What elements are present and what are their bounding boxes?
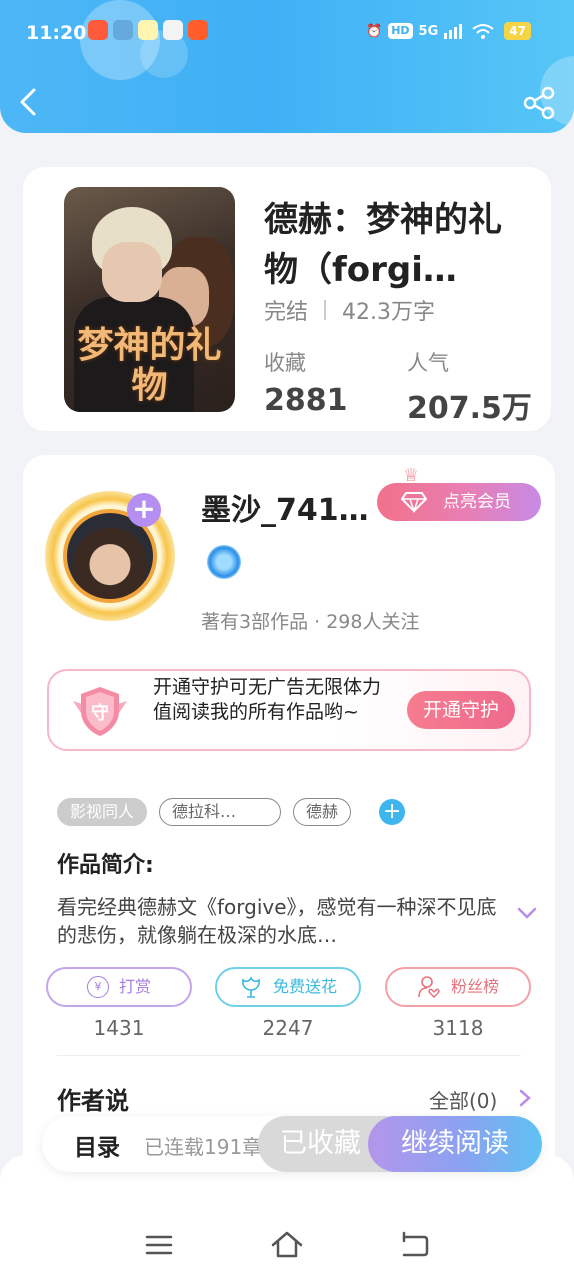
intro-text[interactable]: 看完经典德赫文《forgive》，感觉有一种深不见底的悲伤，就像躺在极深的水底… xyxy=(57,893,503,949)
book-title: 德赫：梦神的礼物（forgi… xyxy=(264,200,502,290)
cover-art xyxy=(102,242,162,302)
follow-author-button[interactable]: + xyxy=(127,493,161,527)
fans-count: 3118 xyxy=(432,1016,484,1040)
chevron-down-icon[interactable] xyxy=(515,901,539,925)
open-guard-button[interactable]: 开通守护 xyxy=(407,691,515,729)
cover-title: 梦神的礼物 xyxy=(77,324,222,406)
yen-icon: ¥ xyxy=(86,976,109,998)
favorites-value: 2881 xyxy=(264,383,348,418)
alarm-icon: ⏰ xyxy=(366,23,383,39)
wifi-icon xyxy=(472,24,494,39)
status-time: 11:20 xyxy=(26,22,87,44)
app-notification-icon xyxy=(138,20,158,40)
flower-count: 2247 xyxy=(262,1016,314,1040)
share-button[interactable] xyxy=(522,86,556,120)
system-icons: ⏰ HD 5G 47 xyxy=(366,22,531,40)
book-status: 完结 xyxy=(264,300,309,325)
app-notification-icon xyxy=(163,20,183,40)
tip-count: 1431 xyxy=(93,1016,145,1040)
medal-icon[interactable] xyxy=(207,545,241,579)
fans-rank-button[interactable]: 粉丝榜 xyxy=(385,967,531,1007)
battery-icon: 47 xyxy=(504,22,531,40)
tip-label: 打赏 xyxy=(118,977,151,996)
continue-reading-button[interactable]: 继续阅读 xyxy=(368,1116,542,1172)
divider xyxy=(57,1055,521,1056)
back-nav-icon[interactable] xyxy=(398,1228,432,1262)
book-meta: 完结 42.3万字 xyxy=(264,294,435,326)
book-info-card: 梦神的礼物 德赫：梦神的礼物（forgi… 完结 42.3万字 收藏 2881 … xyxy=(23,167,551,431)
back-arrow-icon xyxy=(20,88,36,116)
tag-list: 影视同人 德拉科… 德赫 + xyxy=(57,798,406,826)
shield-icon: 守 xyxy=(73,687,127,736)
home-icon[interactable] xyxy=(270,1228,304,1262)
flower-icon xyxy=(242,976,260,998)
toc-button[interactable]: 目录 xyxy=(74,1128,120,1162)
guard-banner[interactable]: 守 开通守护可无广告无限体力值阅读我的所有作品哟~ 开通守护 xyxy=(47,669,531,751)
send-flower-button[interactable]: 免费送花 xyxy=(215,967,361,1007)
author-name[interactable]: 墨沙_741… xyxy=(201,485,369,529)
chevron-right-icon[interactable] xyxy=(517,1087,533,1109)
author-says-all-link[interactable]: 全部(0) xyxy=(429,1085,497,1114)
tag-item[interactable]: 德拉科… xyxy=(159,798,282,826)
menu-icon[interactable] xyxy=(142,1228,176,1262)
popularity-value: 207.5万 xyxy=(407,391,532,426)
author-says-title: 作者说 xyxy=(57,1087,129,1115)
vip-label: 点亮会员 xyxy=(443,492,511,512)
send-flower-label: 免费送花 xyxy=(272,977,337,996)
fans-rank-label: 粉丝榜 xyxy=(450,977,499,996)
vip-button[interactable]: 点亮会员 xyxy=(377,483,541,521)
signal-icon xyxy=(444,24,463,39)
share-icon xyxy=(523,86,555,120)
shield-char: 守 xyxy=(91,702,109,724)
tag-item[interactable]: 影视同人 xyxy=(57,798,148,826)
network-icon: 5G xyxy=(418,23,439,39)
app-notification-icon xyxy=(88,20,108,40)
divider xyxy=(324,300,327,320)
serial-status: 已连载191章 xyxy=(144,1135,263,1159)
book-word-count: 42.3万字 xyxy=(342,300,436,325)
back-button[interactable] xyxy=(16,84,48,120)
popularity-label: 人气 xyxy=(407,351,449,375)
app-notification-icon xyxy=(113,20,133,40)
app-notification-icon xyxy=(188,20,208,40)
notification-icons xyxy=(88,20,208,40)
author-meta: 著有3部作品 · 298人关注 xyxy=(201,611,420,633)
tag-item[interactable]: 德赫 xyxy=(293,798,352,826)
diamond-icon xyxy=(401,492,427,513)
fans-icon xyxy=(418,976,440,999)
reading-action-bar: 目录 已连载191章 已收藏 继续阅读 xyxy=(42,1116,542,1172)
guard-text: 开通守护可无广告无限体力值阅读我的所有作品哟~ xyxy=(153,676,382,723)
intro-label: 作品简介: xyxy=(57,853,154,878)
favorites-label: 收藏 xyxy=(264,351,306,375)
status-bar: 11:20 ⏰ HD 5G 47 xyxy=(0,18,574,50)
header: 11:20 ⏰ HD 5G 47 xyxy=(0,0,574,133)
hd-icon: HD xyxy=(388,23,413,39)
tip-button[interactable]: ¥ 打赏 xyxy=(46,967,192,1007)
book-cover[interactable]: 梦神的礼物 xyxy=(64,187,235,412)
add-tag-button[interactable]: + xyxy=(379,799,406,825)
